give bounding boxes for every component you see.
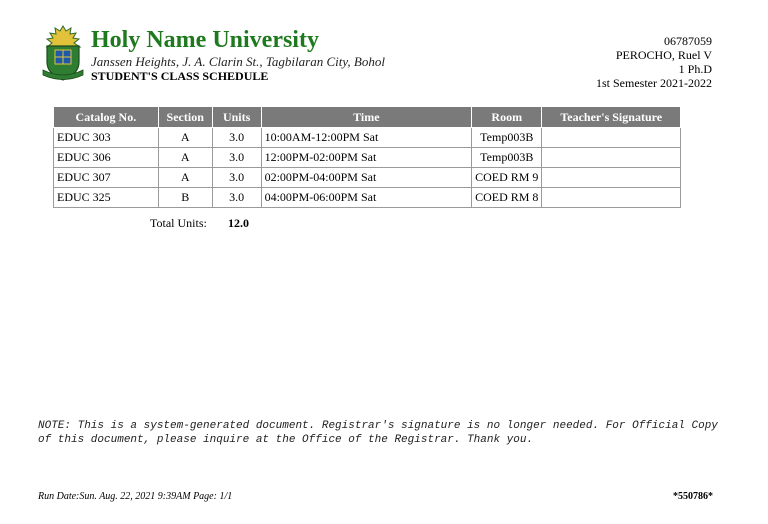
cell-units: 3.0 — [211, 187, 262, 208]
system-note: NOTE: This is a system-generated documen… — [38, 420, 718, 446]
cell-signature — [541, 167, 681, 188]
col-header-time: Time — [260, 106, 473, 128]
col-header-section: Section — [157, 106, 213, 128]
total-units-value: 12.0 — [228, 216, 249, 230]
cell-time: 12:00PM-02:00PM Sat — [260, 147, 473, 168]
col-header-room: Room — [471, 106, 543, 128]
table-row: EDUC 325 B 3.0 04:00PM-06:00PM Sat COED … — [53, 187, 681, 208]
cell-units: 3.0 — [211, 167, 262, 188]
run-date-footer: Run Date:Sun. Aug. 22, 2021 9:39AM Page:… — [38, 491, 233, 502]
cell-time: 10:00AM-12:00PM Sat — [260, 127, 473, 148]
student-info: 06787059 PEROCHO, Ruel V 1 Ph.D 1st Seme… — [596, 34, 712, 90]
cell-time: 02:00PM-04:00PM Sat — [260, 167, 473, 188]
cell-section: B — [157, 187, 213, 208]
cell-room: COED RM 9 — [471, 167, 543, 188]
cell-signature — [541, 127, 681, 148]
cell-signature — [541, 187, 681, 208]
cell-room: COED RM 8 — [471, 187, 543, 208]
cell-catalog: EDUC 307 — [53, 167, 159, 188]
document-code: *550786* — [673, 491, 713, 502]
table-row: EDUC 303 A 3.0 10:00AM-12:00PM Sat Temp0… — [53, 127, 681, 148]
total-units-label: Total Units: — [150, 216, 207, 230]
table-row: EDUC 306 A 3.0 12:00PM-02:00PM Sat Temp0… — [53, 147, 681, 168]
university-seal-logo — [40, 24, 86, 84]
table-header-row: Catalog No. Section Units Time Room Teac… — [53, 106, 681, 128]
class-schedule-table: Catalog No. Section Units Time Room Teac… — [53, 106, 681, 208]
document-title: STUDENT'S CLASS SCHEDULE — [91, 69, 269, 83]
cell-time: 04:00PM-06:00PM Sat — [260, 187, 473, 208]
student-id: 06787059 — [664, 34, 712, 48]
university-name: Holy Name University — [91, 27, 319, 53]
student-term: 1st Semester 2021-2022 — [596, 76, 712, 90]
university-address: Janssen Heights, J. A. Clarin St., Tagbi… — [91, 54, 385, 69]
cell-signature — [541, 147, 681, 168]
cell-catalog: EDUC 303 — [53, 127, 159, 148]
cell-section: A — [157, 127, 213, 148]
cell-room: Temp003B — [471, 147, 543, 168]
col-header-catalog: Catalog No. — [53, 106, 159, 128]
cell-room: Temp003B — [471, 127, 543, 148]
student-program: 1 Ph.D — [678, 62, 712, 76]
col-header-units: Units — [211, 106, 262, 128]
cell-section: A — [157, 147, 213, 168]
cell-units: 3.0 — [211, 147, 262, 168]
cell-catalog: EDUC 306 — [53, 147, 159, 168]
cell-section: A — [157, 167, 213, 188]
cell-units: 3.0 — [211, 127, 262, 148]
student-name: PEROCHO, Ruel V — [615, 48, 712, 62]
cell-catalog: EDUC 325 — [53, 187, 159, 208]
col-header-signature: Teacher's Signature — [541, 106, 681, 128]
table-row: EDUC 307 A 3.0 02:00PM-04:00PM Sat COED … — [53, 167, 681, 188]
